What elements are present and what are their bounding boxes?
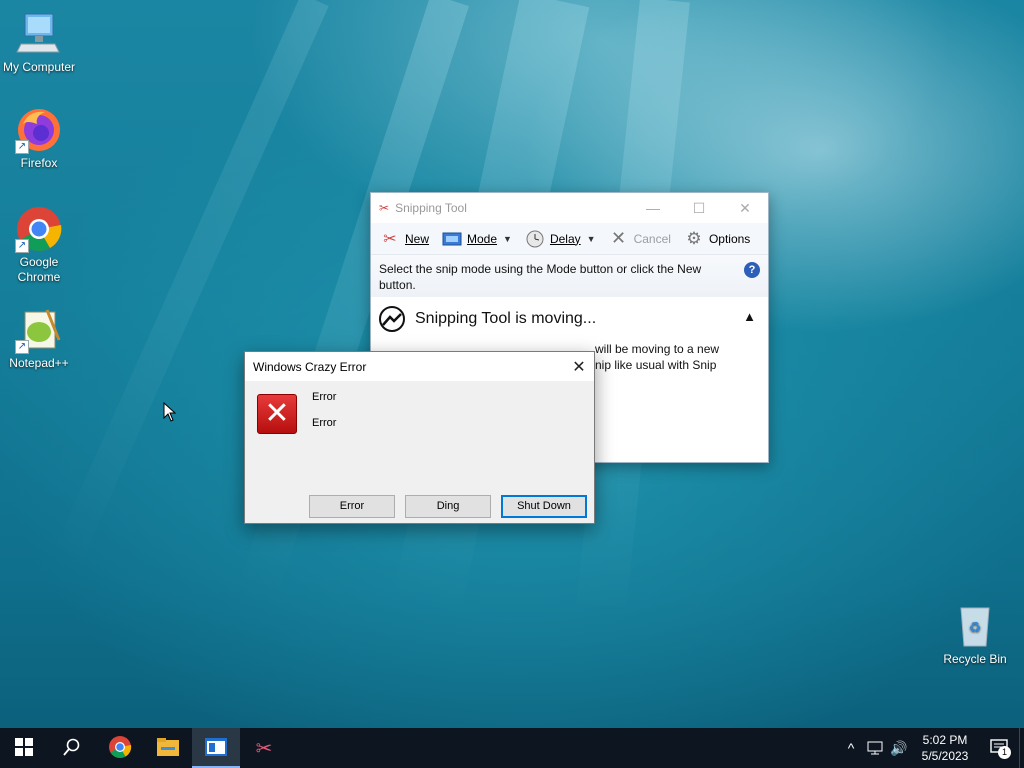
ding-button[interactable]: Ding [405, 495, 491, 518]
file-explorer-icon [157, 737, 179, 760]
snip-sketch-logo-icon [379, 306, 405, 332]
error-dialog-titlebar[interactable]: Windows Crazy Error ✕ [245, 352, 594, 381]
computer-icon [15, 10, 63, 58]
moving-notice-header[interactable]: Snipping Tool is moving... ▲ [371, 301, 768, 337]
shut-down-button[interactable]: Shut Down [501, 495, 587, 518]
taskbar-app-window[interactable] [192, 728, 240, 768]
desktop-icon-firefox[interactable]: ↗ Firefox [0, 106, 78, 171]
gear-icon: ⚙ [686, 228, 702, 248]
taskbar-file-explorer[interactable] [144, 728, 192, 768]
error-dialog[interactable]: Windows Crazy Error ✕ ✕ Error Error Erro… [244, 351, 595, 524]
window-title: Snipping Tool [395, 201, 467, 215]
show-desktop-button[interactable] [1019, 728, 1024, 768]
search-icon [63, 738, 81, 759]
cancel-label: Cancel [633, 231, 671, 246]
action-center-button[interactable]: 1 [979, 728, 1019, 768]
chevron-up-icon[interactable]: ▲ [743, 309, 756, 324]
desktop-icon-my-computer[interactable]: My Computer [0, 10, 78, 75]
chevron-down-icon[interactable]: ▼ [587, 234, 596, 244]
start-icon [15, 737, 33, 759]
rectangle-mode-icon [441, 229, 463, 249]
network-icon[interactable] [863, 728, 887, 768]
chrome-icon [108, 735, 132, 762]
close-button[interactable]: ✕ [564, 352, 594, 381]
maximize-button[interactable]: ☐ [676, 193, 722, 223]
new-snip-button[interactable]: ✂ New [375, 225, 433, 253]
close-button[interactable]: ✕ [722, 193, 768, 223]
cancel-button[interactable]: ✕ Cancel [604, 225, 675, 253]
help-icon[interactable]: ? [744, 262, 760, 278]
error-button[interactable]: Error [309, 495, 395, 518]
clock-time: 5:02 PM [922, 733, 968, 747]
error-message-line-1: Error [312, 391, 337, 403]
mouse-cursor-icon [163, 401, 177, 425]
snipping-toolbar: ✂ New Mode ▼ Delay ▼ ✕ Cancel ⚙ Options [371, 223, 768, 255]
desktop-icon-label: Notepad++ [9, 356, 69, 370]
hint-text: Select the snip mode using the Mode butt… [379, 262, 702, 292]
clock-icon [524, 229, 546, 249]
desktop-icon-notepadpp[interactable]: ↗ Notepad++ [0, 306, 78, 371]
volume-icon[interactable]: 🔊 [887, 728, 911, 768]
chevron-up-icon[interactable]: ^ [839, 728, 863, 768]
delay-button[interactable]: Delay ▼ [520, 225, 600, 253]
app-window-icon [205, 737, 227, 759]
system-tray: ^ 🔊 5:02 PM 5/5/2023 1 [839, 728, 1024, 768]
dialog-title: Windows Crazy Error [253, 359, 367, 374]
options-button[interactable]: ⚙ Options [679, 225, 754, 253]
snipping-tool-icon: ✂ [255, 737, 273, 760]
search-button[interactable] [48, 728, 96, 768]
scissors-icon: ✂ [379, 201, 390, 215]
shortcut-arrow-icon: ↗ [15, 140, 29, 154]
mode-label: Mode [467, 231, 498, 246]
clock-date: 5/5/2023 [921, 749, 969, 763]
recycle-bin-icon: ♻ [951, 602, 999, 650]
new-label: New [405, 231, 430, 246]
notepadpp-icon: ↗ [15, 306, 63, 354]
desktop-icon-chrome[interactable]: ↗ Google Chrome [0, 205, 78, 285]
firefox-icon: ↗ [15, 106, 63, 154]
shortcut-arrow-icon: ↗ [15, 340, 29, 354]
svg-text:♻: ♻ [969, 619, 982, 635]
mode-button[interactable]: Mode ▼ [437, 225, 516, 253]
notification-count-badge: 1 [998, 746, 1011, 759]
taskbar: ✂ ^ 🔊 5:02 PM 5/5/2023 1 [0, 728, 1024, 768]
moving-title: Snipping Tool is moving... [415, 310, 597, 327]
desktop-icon-label: My Computer [2, 60, 76, 74]
hint-text-area: Select the snip mode using the Mode butt… [371, 255, 768, 297]
chrome-icon: ↗ [15, 205, 63, 253]
cancel-x-icon: ✕ [611, 228, 627, 248]
clock[interactable]: 5:02 PM 5/5/2023 [911, 732, 979, 764]
minimize-button[interactable]: — [630, 193, 676, 223]
taskbar-chrome[interactable] [96, 728, 144, 768]
start-button[interactable] [0, 728, 48, 768]
options-label: Options [708, 231, 751, 246]
chevron-down-icon[interactable]: ▼ [503, 234, 512, 244]
desktop-icon-label: Google Chrome [17, 255, 61, 284]
desktop-icon-label: Firefox [20, 156, 58, 170]
delay-label: Delay [549, 231, 581, 246]
error-icon: ✕ [257, 394, 297, 434]
desktop-icon-label: Recycle Bin [943, 652, 1007, 666]
shortcut-arrow-icon: ↗ [15, 239, 29, 253]
scissors-icon: ✂ [383, 230, 397, 248]
error-message-line-2: Error [312, 417, 337, 429]
desktop-icon-recycle-bin[interactable]: ♻ Recycle Bin [936, 602, 1014, 667]
taskbar-snipping-tool[interactable]: ✂ [240, 728, 288, 768]
